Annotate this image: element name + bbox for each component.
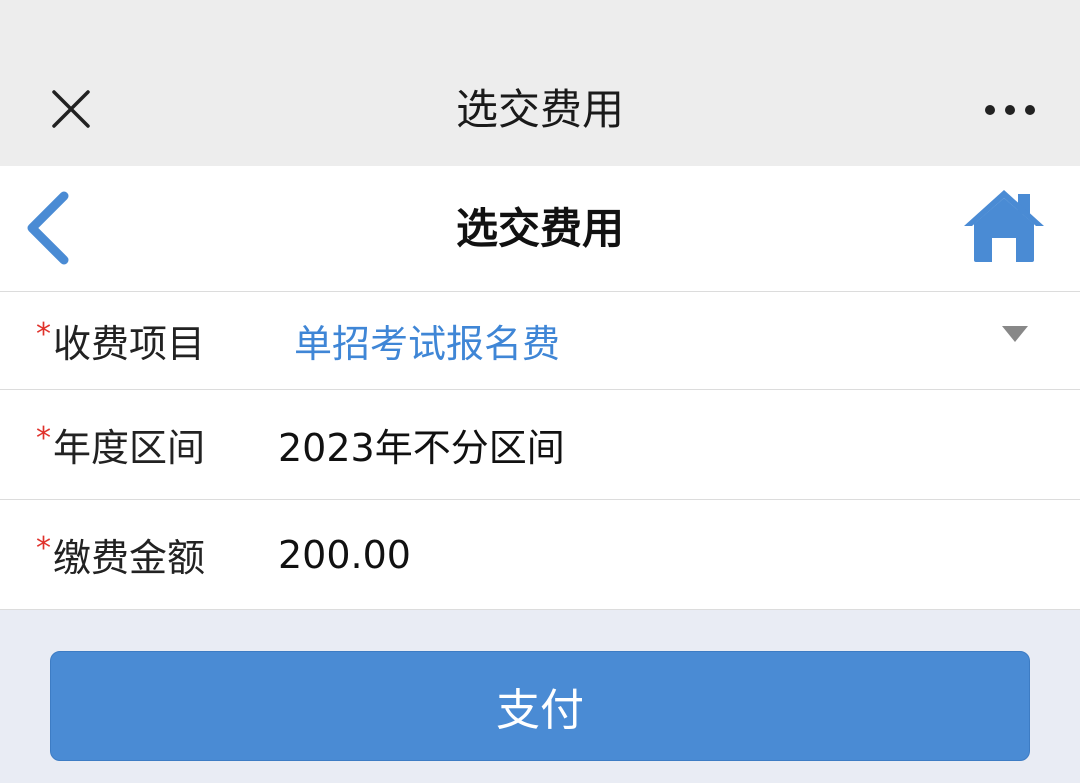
fee-item-select[interactable]: 单招考试报名费	[294, 292, 560, 389]
home-icon[interactable]	[962, 188, 1046, 264]
wechat-top-bar: 选交费用	[0, 0, 1080, 166]
app-header: 选交费用	[0, 166, 1080, 292]
fee-item-label: * 收费项目	[36, 292, 205, 389]
year-range-row: * 年度区间 2023年不分区间	[0, 390, 1080, 500]
dropdown-arrow-icon[interactable]	[1002, 326, 1028, 342]
amount-value: 200.00	[278, 532, 411, 577]
pay-button[interactable]: 支付	[50, 651, 1030, 761]
year-range-label: * 年度区间	[36, 390, 205, 499]
amount-row: * 缴费金额 200.00	[0, 500, 1080, 610]
fee-form: * 收费项目 单招考试报名费 * 年度区间 2023年不分区间 * 缴费金额 2…	[0, 292, 1080, 610]
amount-label-text: 缴费金额	[53, 536, 206, 580]
more-dots-icon[interactable]	[982, 98, 1038, 122]
fee-item-label-text: 收费项目	[53, 322, 206, 366]
year-range-value: 2023年不分区间	[278, 426, 565, 470]
page-title: 选交费用	[455, 204, 624, 253]
required-mark: *	[36, 421, 51, 456]
fee-item-row: * 收费项目 单招考试报名费	[0, 292, 1080, 390]
wechat-title: 选交费用	[455, 85, 624, 134]
amount-label: * 缴费金额	[36, 500, 205, 609]
page: 选交费用 选交费用 * 收费项目 单招考试报名费 * 年度区间 2023年不分区…	[0, 0, 1080, 783]
year-range-label-text: 年度区间	[53, 426, 206, 470]
required-mark: *	[36, 531, 51, 566]
required-mark: *	[36, 317, 51, 352]
